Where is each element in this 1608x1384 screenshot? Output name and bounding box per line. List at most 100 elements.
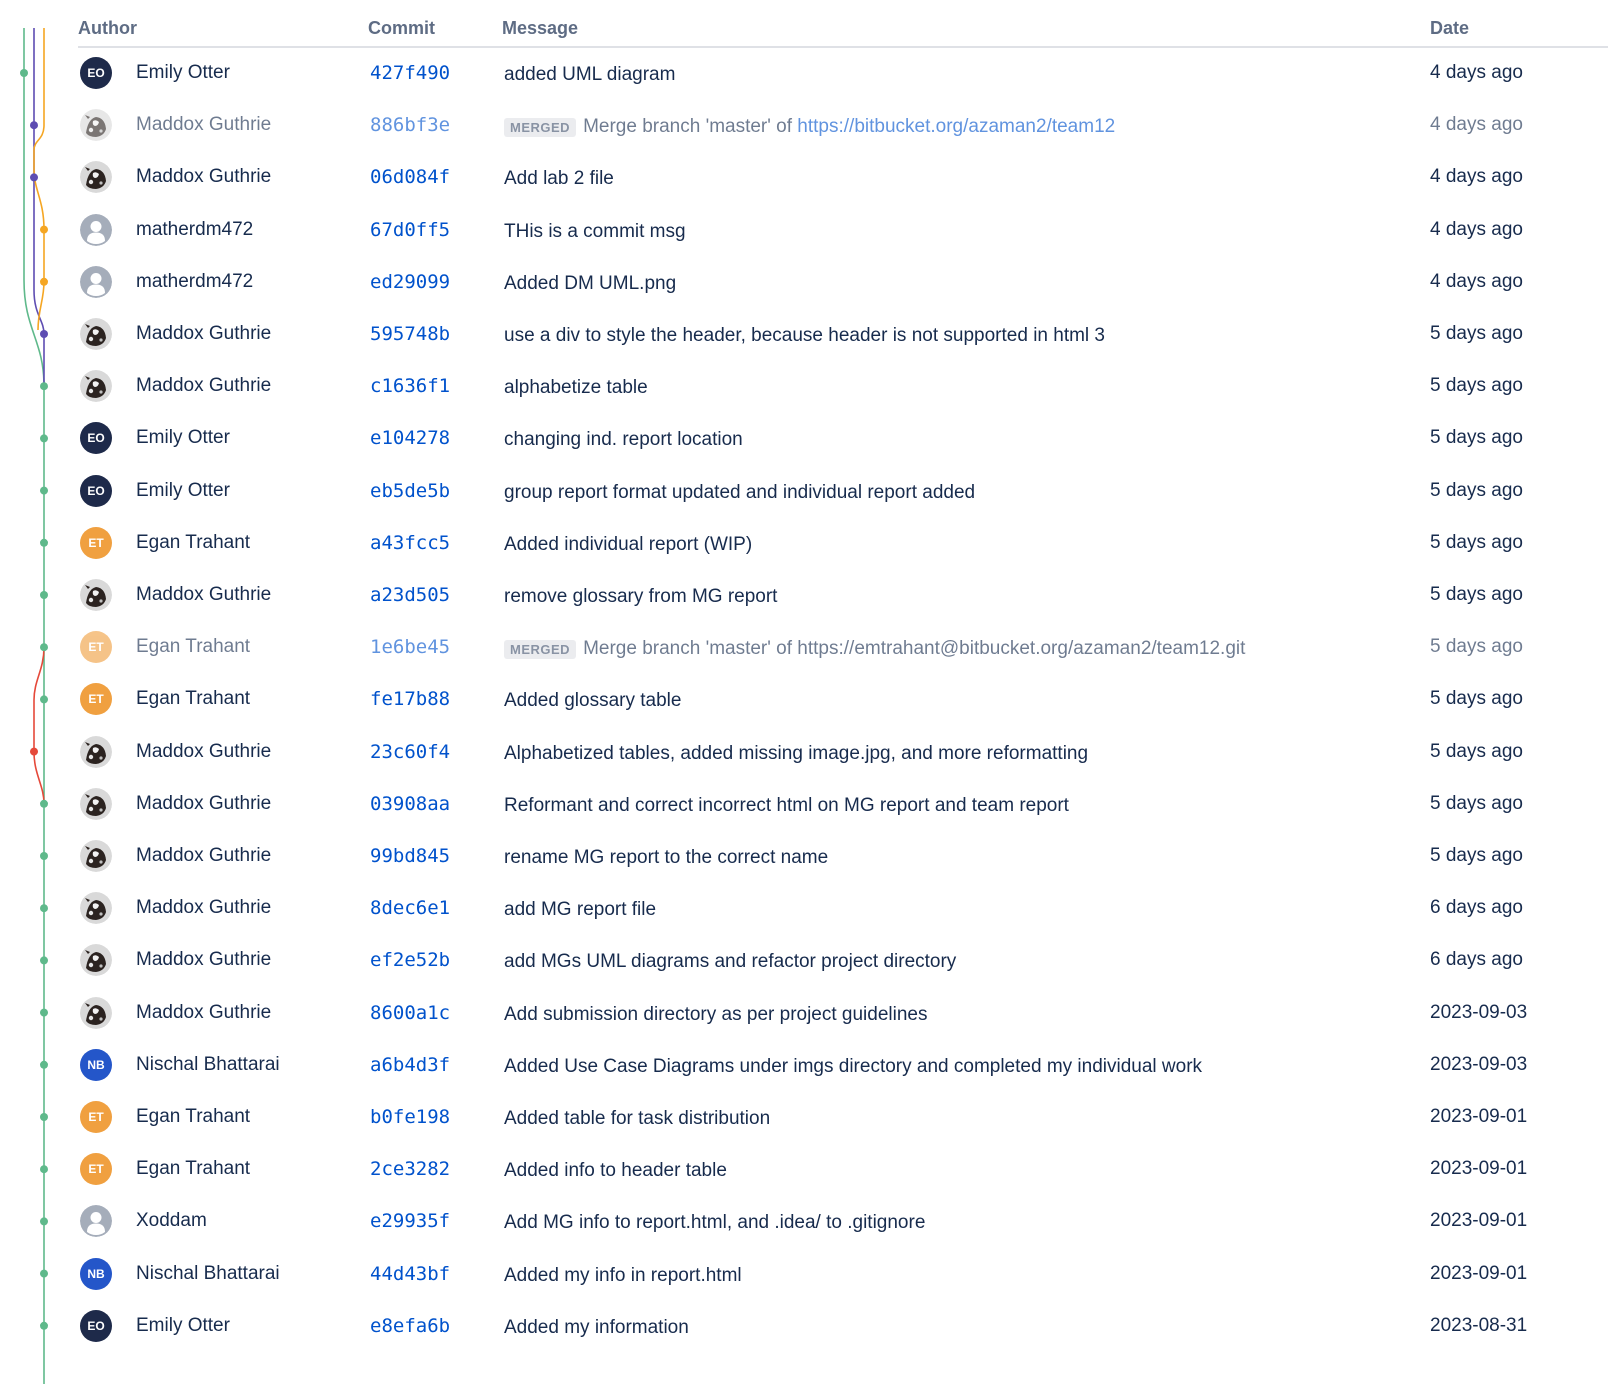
commit-row[interactable]: ET Egan Trahant fe17b88 Added glossary tabl… (78, 674, 1608, 727)
commit-date: 4 days ago (1430, 218, 1523, 240)
commit-message: Add MG info to report.html, and .idea/ t… (504, 1212, 925, 1234)
commit-row[interactable]: ET Egan Trahant b0fe198 Added table for tas… (78, 1092, 1608, 1145)
commit-row[interactable]: EO Emily Otter 427f490 added UML diagram 4 d… (78, 48, 1608, 101)
commit-date: 5 days ago (1430, 740, 1523, 762)
commit-hash-link[interactable]: b0fe198 (370, 1106, 450, 1128)
commit-message-text: Merge branch 'master' of (583, 116, 798, 138)
commit-hash-link[interactable]: a43fcc5 (370, 532, 450, 554)
commit-message-text: added UML diagram (504, 64, 676, 85)
commit-row[interactable]: Maddox Guthrie c1636f1 alphabetize table 5 … (78, 361, 1608, 414)
commit-message-text: changing ind. report location (504, 429, 743, 451)
commit-row[interactable]: NB Nischal Bhattarai a6b4d3f Added Use Case… (78, 1040, 1608, 1093)
commit-node (30, 747, 38, 756)
commit-date: 5 days ago (1430, 323, 1523, 344)
commit-hash-link[interactable]: 2ce3282 (370, 1158, 450, 1180)
author-avatar-photo (80, 944, 112, 977)
commit-date: 5 days ago (1430, 531, 1523, 553)
commit-row[interactable]: Maddox Guthrie 99bd845 rename MG report to… (78, 831, 1608, 884)
commit-hash-link[interactable]: e29935f (370, 1210, 450, 1232)
commit-hash-link[interactable]: 427f490 (370, 62, 450, 84)
commit-message: THis is a commit msg (504, 221, 686, 243)
commit-hash-link[interactable]: eb5de5b (370, 480, 450, 502)
commit-node (40, 1008, 48, 1017)
commit-row[interactable]: NB Nischal Bhattarai 44d43bf Added my info … (78, 1249, 1608, 1302)
commit-row[interactable]: matherdm472 67d0ff5 THis is a commit msg 4 … (78, 205, 1608, 258)
commit-row[interactable]: Maddox Guthrie ef2e52b add MGs UML diagram… (78, 935, 1608, 988)
commit-hash-link[interactable]: 67d0ff5 (370, 219, 450, 241)
commit-row[interactable]: EO Emily Otter eb5de5b group report format … (78, 466, 1608, 519)
commit-hash-link[interactable]: c1636f1 (370, 375, 450, 397)
author-name: Maddox Guthrie (136, 584, 272, 605)
commit-row[interactable]: ET Egan Trahant a43fcc5 Added individual re… (78, 518, 1608, 571)
commit-message-text: Add submission directory as per project … (504, 1003, 928, 1025)
author-name: Egan Trahant (136, 531, 251, 553)
commit-hash-link[interactable]: 03908aa (370, 793, 450, 815)
commit-message: Added Use Case Diagrams under imgs direc… (504, 1056, 1202, 1078)
commit-hash-link[interactable]: 595748b (370, 323, 450, 345)
commit-date: 2023-09-03 (1430, 1053, 1528, 1075)
commit-row[interactable]: Xoddam e29935f Add MG info to report.html,… (78, 1196, 1608, 1249)
author-avatar-initials: NB (80, 1048, 112, 1081)
commit-date: 5 days ago (1430, 845, 1523, 866)
commit-node (40, 799, 48, 808)
commit-row[interactable]: Maddox Guthrie 23c60f4 Alphabetized tables… (78, 727, 1608, 780)
commit-hash-link[interactable]: fe17b88 (370, 688, 450, 710)
commit-hash-link[interactable]: ed29099 (370, 271, 450, 293)
commit-hash-link[interactable]: a23d505 (370, 584, 450, 606)
author-name: Xoddam (136, 1210, 207, 1232)
commit-message-text: Added info to header table (504, 1160, 727, 1182)
commit-node (40, 904, 48, 913)
commit-column-header: Commit (368, 18, 435, 38)
author-avatar-photo (80, 109, 112, 142)
commit-hash-link[interactable]: 44d43bf (370, 1263, 450, 1285)
commit-row[interactable]: EO Emily Otter e104278 changing ind. report… (78, 413, 1608, 466)
commit-row[interactable]: matherdm472 ed29099 Added DM UML.png 4 days… (78, 257, 1608, 310)
commit-hash-link[interactable]: 886bf3e (370, 114, 450, 136)
commit-hash-link[interactable]: 1e6be45 (370, 636, 450, 658)
commit-hash-link[interactable]: e104278 (370, 427, 450, 449)
author-avatar-initials: ET (80, 1153, 112, 1186)
commit-row[interactable]: Maddox Guthrie 595748b use a div to style … (78, 309, 1608, 362)
commit-row[interactable]: Maddox Guthrie 8600a1c Add submission dire… (78, 988, 1608, 1041)
commit-row[interactable]: ET Egan Trahant 1e6be45 MERGED Merge branch … (78, 622, 1608, 675)
commit-hash-link[interactable]: ef2e52b (370, 949, 450, 971)
repository-link[interactable]: https://bitbucket.org/azaman2/team12 (797, 116, 1115, 138)
commit-message-text: Add lab 2 file (504, 168, 614, 190)
commit-hash-link[interactable]: 23c60f4 (370, 741, 450, 763)
author-avatar-photo (80, 318, 112, 350)
commit-row[interactable]: ET Egan Trahant 2ce3282 Added info to heade… (78, 1144, 1608, 1197)
commit-row[interactable]: Maddox Guthrie 06d084f Add lab 2 file 4 day… (78, 152, 1608, 205)
commit-node (40, 1060, 48, 1069)
commit-row[interactable]: Maddox Guthrie a23d505 remove glossary fro… (78, 570, 1608, 623)
author-name: Maddox Guthrie (136, 949, 272, 971)
commit-hash-link[interactable]: e8efa6b (370, 1315, 450, 1337)
commit-hash-link[interactable]: 8dec6e1 (370, 897, 450, 919)
commit-message-text: Reformant and correct incorrect html on … (504, 794, 1069, 816)
author-name: Egan Trahant (136, 688, 251, 710)
commit-message-text: THis is a commit msg (504, 220, 686, 242)
commit-date: 2023-09-01 (1430, 1262, 1528, 1284)
commit-hash-link[interactable]: 99bd845 (370, 845, 450, 867)
commit-row[interactable]: EO Emily Otter e8efa6b Added my information… (78, 1301, 1608, 1354)
commit-date: 4 days ago (1430, 270, 1523, 292)
commit-hash-link[interactable]: a6b4d3f (370, 1054, 450, 1076)
commit-date: 2023-08-31 (1430, 1314, 1528, 1336)
commit-date: 5 days ago (1430, 375, 1523, 397)
author-avatar-initials: EO (80, 1309, 112, 1342)
commit-date: 5 days ago (1430, 688, 1523, 710)
commit-node (40, 695, 48, 704)
author-avatar-initials: ET (80, 631, 112, 664)
commit-message-text: Added my information (504, 1316, 689, 1338)
author-name: Maddox Guthrie (136, 114, 272, 136)
commit-message: group report format updated and individu… (504, 482, 975, 504)
commit-row[interactable]: Maddox Guthrie 8dec6e1 add MG report file 6… (78, 883, 1608, 936)
commit-row[interactable]: Maddox Guthrie 886bf3e MERGED Merge branch … (78, 100, 1608, 153)
commit-node (40, 225, 48, 234)
author-name: Maddox Guthrie (136, 792, 272, 814)
commit-hash-link[interactable]: 06d084f (370, 166, 450, 188)
commit-row[interactable]: Maddox Guthrie 03908aa Reformant and corre… (78, 779, 1608, 832)
commit-message: Added my info in report.html (504, 1265, 742, 1287)
commit-hash-link[interactable]: 8600a1c (370, 1002, 450, 1024)
commit-node (40, 852, 48, 860)
author-avatar-photo (80, 996, 112, 1029)
